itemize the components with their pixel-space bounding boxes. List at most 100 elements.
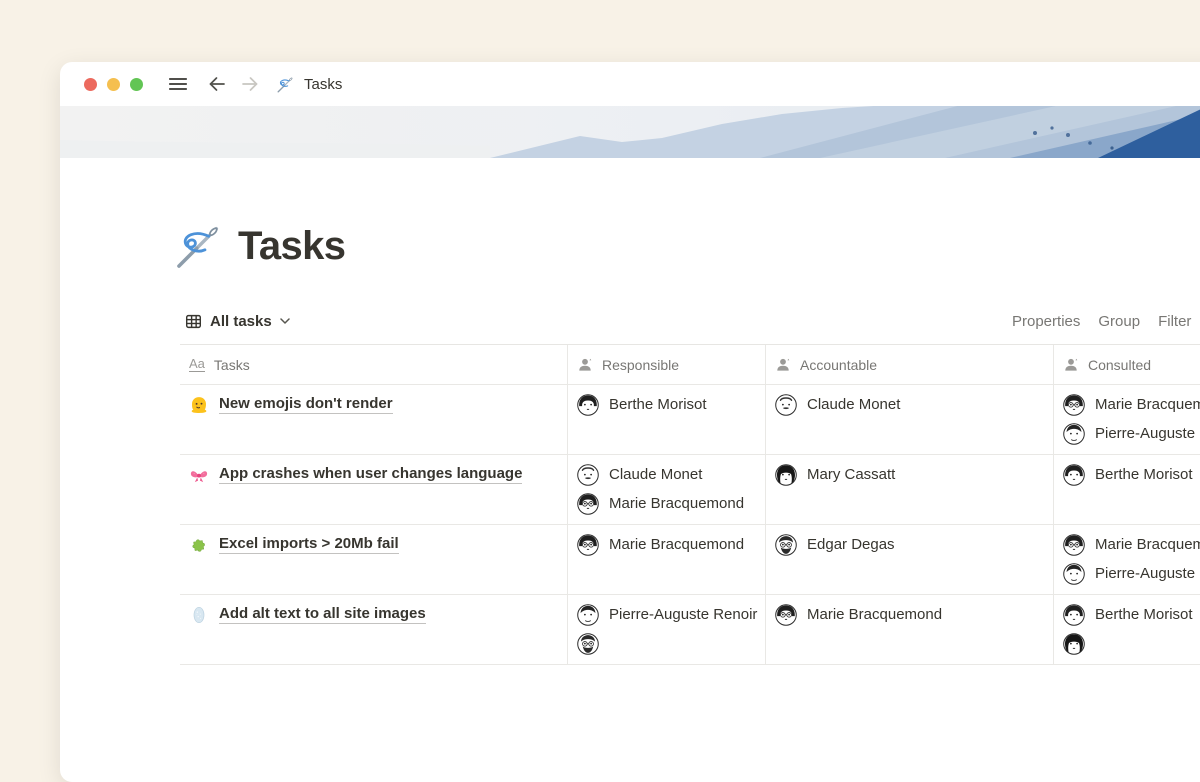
avatar-woman-glasses: [1063, 534, 1085, 556]
table-row: App crashes when user changes language Cl…: [180, 455, 1200, 525]
person-entry: Marie Bracquemond: [1063, 390, 1200, 419]
consulted-cell[interactable]: Marie Bracquemond Pierre-Auguste Renoir: [1054, 385, 1200, 454]
task-title-link[interactable]: App crashes when user changes language: [219, 465, 522, 484]
puzzle-piece-emoji: [189, 535, 209, 555]
person-entry: Pierre-Auguste Renoir: [1063, 419, 1200, 448]
responsible-cell[interactable]: Marie Bracquemond: [568, 525, 766, 594]
back-arrow-icon[interactable]: [208, 76, 226, 92]
person-property-icon: [775, 357, 791, 373]
column-label: Responsible: [602, 357, 679, 373]
table-header-row: AaTasks Responsible Accountable Consulted: [180, 345, 1200, 385]
traffic-lights: [84, 78, 143, 91]
table-view-icon: [185, 313, 202, 330]
table-row: New emojis don't render Berthe Morisot Cla…: [180, 385, 1200, 455]
task-title-cell[interactable]: Excel imports > 20Mb fail: [180, 525, 568, 594]
page-icon-sewing-needle[interactable]: [173, 220, 225, 272]
view-menu: Properties Group Filter: [1012, 298, 1191, 344]
person-entry: Mary Cassatt: [775, 460, 1045, 489]
melting-face-emoji: [189, 395, 209, 415]
column-header-consulted[interactable]: Consulted: [1054, 345, 1200, 385]
forward-arrow-icon[interactable]: [241, 76, 259, 92]
breadcrumb-page-title[interactable]: Tasks: [304, 77, 342, 92]
person-entry: Berthe Morisot: [1063, 600, 1200, 629]
person-name: Marie Bracquemond: [609, 495, 744, 512]
hamburger-menu-icon[interactable]: [169, 77, 187, 91]
person-name: Marie Bracquemond: [1095, 396, 1200, 413]
column-label: Tasks: [214, 357, 250, 373]
avatar-woman-glasses: [775, 604, 797, 626]
person-entry: Marie Bracquemond: [577, 530, 757, 559]
close-window-button[interactable]: [84, 78, 97, 91]
avatar-man-mustache: [577, 464, 599, 486]
person-name: Claude Monet: [807, 396, 900, 413]
avatar-man-short: [577, 604, 599, 626]
person-name: Pierre-Auguste Renoir: [1095, 425, 1200, 442]
avatar-man-beard-glasses: [775, 534, 797, 556]
toolbar-button-filter[interactable]: Filter: [1158, 313, 1191, 330]
window-titlebar: Tasks: [60, 62, 1200, 106]
person-name: Marie Bracquemond: [1095, 536, 1200, 553]
person-property-icon: [577, 357, 593, 373]
desktop-background: { "colors": { "background": "#f8f2e7", "…: [0, 0, 1200, 630]
accountable-cell[interactable]: Edgar Degas: [766, 525, 1054, 594]
zoom-window-button[interactable]: [130, 78, 143, 91]
accountable-cell[interactable]: Mary Cassatt: [766, 455, 1054, 524]
view-switcher[interactable]: All tasks: [185, 313, 290, 330]
avatar-man-mustache: [775, 394, 797, 416]
toolbar-button-group[interactable]: Group: [1098, 313, 1140, 330]
person-entry: Marie Bracquemond: [1063, 530, 1200, 559]
avatar-man-beard-glasses: [577, 633, 599, 655]
cover-image-mountains[interactable]: [60, 106, 1200, 158]
avatar-woman-glasses: [577, 534, 599, 556]
sewing-needle-icon: [276, 75, 295, 94]
view-toolbar: All tasks Properties Group Filter: [180, 298, 1200, 345]
person-entry: Claude Monet: [577, 460, 757, 489]
column-header-tasks[interactable]: AaTasks: [180, 345, 568, 385]
task-title-cell[interactable]: New emojis don't render: [180, 385, 568, 454]
avatar-man-short: [1063, 423, 1085, 445]
person-name: Marie Bracquemond: [609, 536, 744, 553]
page-content: Tasks All tasks Properties Group Filter Aa…: [180, 220, 1200, 665]
column-header-accountable[interactable]: Accountable: [766, 345, 1054, 385]
person-name: Pierre-Auguste Renoir: [609, 606, 757, 623]
tasks-table: AaTasks Responsible Accountable Consulted N…: [180, 345, 1200, 665]
table-row: Excel imports > 20Mb fail Marie Bracquemo…: [180, 525, 1200, 595]
person-name: Pierre-Auguste Renoir: [1095, 565, 1200, 582]
responsible-cell[interactable]: Claude Monet Marie Bracquemond: [568, 455, 766, 524]
column-header-responsible[interactable]: Responsible: [568, 345, 766, 385]
page-header: Tasks: [173, 220, 1200, 272]
toolbar-button-properties[interactable]: Properties: [1012, 313, 1080, 330]
person-name: Marie Bracquemond: [807, 606, 942, 623]
person-entry: Edgar Degas: [775, 530, 1045, 559]
task-title-link[interactable]: New emojis don't render: [219, 395, 393, 414]
consulted-cell[interactable]: Berthe Morisot: [1054, 455, 1200, 524]
person-entry: [1063, 629, 1200, 658]
person-entry: Marie Bracquemond: [577, 489, 757, 518]
task-title-link[interactable]: Excel imports > 20Mb fail: [219, 535, 399, 554]
person-entry: Berthe Morisot: [1063, 460, 1200, 489]
person-entry: Berthe Morisot: [577, 390, 757, 419]
person-entry: Pierre-Auguste Renoir: [577, 600, 757, 629]
person-property-icon: [1063, 357, 1079, 373]
person-name: Edgar Degas: [807, 536, 895, 553]
column-label: Accountable: [800, 357, 877, 373]
avatar-woman-bob: [1063, 464, 1085, 486]
task-title-link[interactable]: Add alt text to all site images: [219, 605, 426, 624]
task-title-cell[interactable]: App crashes when user changes language: [180, 455, 568, 524]
column-label: Consulted: [1088, 357, 1151, 373]
person-entry: Marie Bracquemond: [775, 600, 1045, 629]
person-name: Berthe Morisot: [1095, 606, 1193, 623]
minimize-window-button[interactable]: [107, 78, 120, 91]
ribbon-bow-emoji: [189, 465, 209, 485]
person-name: Berthe Morisot: [609, 396, 707, 413]
avatar-woman-long: [1063, 633, 1085, 655]
person-entry: [577, 629, 757, 658]
accountable-cell[interactable]: Claude Monet: [766, 385, 1054, 454]
view-name: All tasks: [210, 313, 272, 330]
responsible-cell[interactable]: Berthe Morisot: [568, 385, 766, 454]
consulted-cell[interactable]: Marie Bracquemond Pierre-Auguste Renoir: [1054, 525, 1200, 594]
person-name: Berthe Morisot: [1095, 466, 1193, 483]
person-entry: Claude Monet: [775, 390, 1045, 419]
table-row: Add alt text to all site images Pierre-Au…: [180, 595, 1200, 665]
avatar-woman-glasses: [1063, 394, 1085, 416]
